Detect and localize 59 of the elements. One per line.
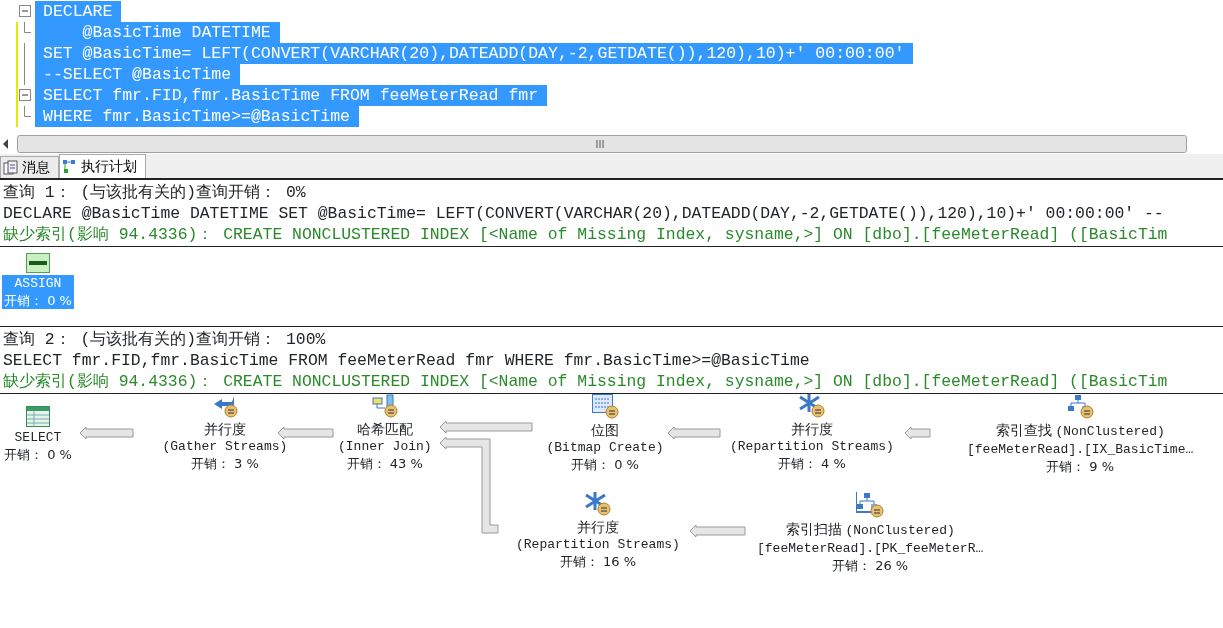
operator-detail: (NonClustered) (845, 522, 955, 540)
flow-arrow (79, 426, 134, 440)
operator-cost: 开销： 9 % (1046, 459, 1115, 475)
query-header: 查询 1： (与该批有关的)查询开销： 0% (3, 182, 306, 203)
missing-index-hint[interactable]: 缺少索引(影响 94.4336)： CREATE NONCLUSTERED INDEX [<Name of Missing Index, sysname,>] ON [dbo].[feeMeterRead] ([BasicTim (3, 371, 1168, 392)
operator-name: 索引扫描 (785, 520, 842, 538)
operator-name: SELECT (14, 429, 62, 447)
flow-arrow (667, 426, 721, 440)
operator-name: 位图 (591, 421, 619, 439)
operator-label[interactable]: SELECT 开销： 0 % (2, 429, 74, 463)
operator-label[interactable]: 位图 (Bitmap Create) 开销： 0 % (544, 421, 666, 473)
operator-detail: (NonClustered) (1055, 423, 1165, 441)
flow-arrow (904, 426, 931, 440)
operator-label[interactable]: 并行度 (Repartition Streams) 开销： 4 % (728, 420, 896, 472)
operator-cost: 开销： 4 % (777, 456, 846, 472)
operator-label[interactable]: 并行度 (Gather Streams) 开销： 3 % (160, 420, 290, 472)
operator-name: 哈希匹配 (356, 420, 413, 438)
index-seek-icon (1066, 394, 1094, 419)
horizontal-scrollbar[interactable] (17, 135, 1187, 153)
operator-subtitle: [feeMeterRead].[IX_BasicTime… (967, 441, 1194, 459)
query-header: 查询 2： (与该批有关的)查询开销： 100% (3, 329, 326, 350)
query-text: DECLARE @BasicTime DATETIME SET @BasicTime= LEFT(CONVERT(VARCHAR(20),DATEADD(DAY,-2,GETDATE()),120),10)+' 00:00:00' -- (3, 203, 1164, 224)
operator-cost: 开销： 0 % (4, 293, 72, 309)
flow-arrow (689, 524, 746, 538)
operator-name: 并行度 (790, 420, 833, 438)
operator-subtitle: (Bitmap Create) (546, 439, 664, 457)
operator-label[interactable]: 并行度 (Repartition Streams) 开销： 16 % (514, 518, 682, 570)
operator-cost: 开销： 0 % (4, 447, 72, 463)
operator-subtitle: (Inner Join) (338, 438, 432, 456)
operator-name: 索引查找 (995, 421, 1052, 439)
missing-index-hint[interactable]: 缺少索引(影响 94.4336)： CREATE NONCLUSTERED INDEX [<Name of Missing Index, sysname,>] ON [dbo].[feeMeterRead] ([BasicTim (3, 224, 1168, 245)
result-tab[interactable]: 消息 (0, 156, 59, 178)
result-tab[interactable]: 执行计划 (59, 154, 146, 178)
collapse-icon[interactable] (19, 89, 31, 101)
operator-cost: 开销： 43 % (346, 456, 423, 472)
operator-name: 并行度 (203, 420, 246, 438)
operator-label[interactable]: 索引扫描 (NonClustered) [feeMeterRead].[PK_feeMeterR… 开销： 26 % (755, 520, 986, 574)
operator-name: 并行度 (576, 518, 619, 536)
operator-subtitle: (Gather Streams) (162, 438, 288, 456)
operator-cost: 开销： 26 % (832, 558, 909, 574)
tsql-icon (25, 253, 50, 273)
operator-cost: 开销： 0 % (571, 457, 639, 473)
operator-name: ASSIGN (14, 275, 62, 293)
operator-subtitle: (Repartition Streams) (516, 536, 680, 554)
scroll-left-icon[interactable] (3, 139, 8, 149)
document-icon (3, 160, 18, 175)
index-scan-icon (856, 492, 885, 518)
collapse-icon[interactable] (19, 5, 31, 17)
bitmap-icon (591, 394, 619, 419)
operator-label[interactable]: 哈希匹配 (Inner Join) 开销： 43 % (336, 420, 434, 472)
operator-cost: 开销： 16 % (559, 554, 636, 570)
operator-subtitle: (Repartition Streams) (730, 438, 894, 456)
table-icon (25, 406, 50, 427)
operator-subtitle: [feeMeterRead].[PK_feeMeterR… (757, 540, 984, 558)
operator-label[interactable]: 索引查找 (NonClustered) [feeMeterRead].[IX_BasicTime… 开销： 9 % (965, 421, 1196, 475)
plan-icon (62, 159, 77, 174)
flow-arrow (277, 426, 334, 440)
query-text: SELECT fmr.FID,fmr.BasicTime FROM feeMeterRead fmr WHERE fmr.BasicTime>=@BasicTime (3, 350, 810, 371)
operator-cost: 开销： 3 % (190, 456, 259, 472)
